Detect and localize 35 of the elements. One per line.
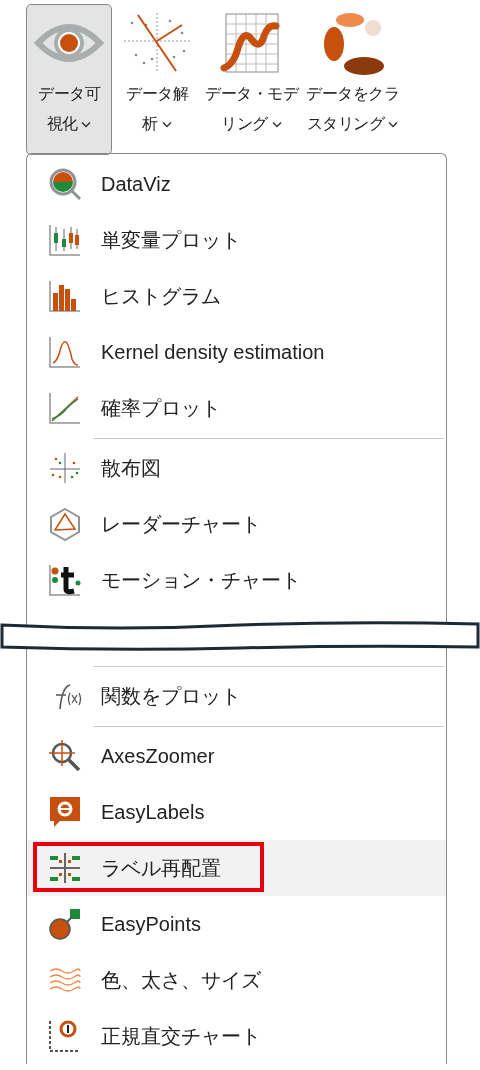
ribbon-button[interactable]: データ解 析: [114, 4, 200, 155]
label-layout-icon: [48, 851, 82, 885]
menu-item[interactable]: AxesZoomer: [27, 728, 446, 784]
ribbon-button[interactable]: データ可 視化: [26, 4, 112, 155]
motion-chart-icon: [48, 563, 82, 597]
ribbon-button[interactable]: データ・モデ リング: [202, 4, 301, 155]
radar-chart-icon: [48, 507, 82, 541]
ribbon-button[interactable]: データをクラ スタリング: [303, 4, 402, 155]
density-curve-icon: [48, 335, 82, 369]
scatter-icon: [48, 451, 82, 485]
menu-item[interactable]: 関数をプロット: [27, 668, 446, 724]
caret-icon: [388, 121, 399, 129]
menu-item[interactable]: ヒストグラム: [27, 268, 446, 324]
menu-item[interactable]: EasyLabels: [27, 784, 446, 840]
crosshair-zoom-icon: [48, 739, 82, 773]
menu-item[interactable]: 単変量プロット: [27, 212, 446, 268]
caret-icon: [271, 121, 282, 129]
menu-item[interactable]: 色、太さ、サイズ: [27, 952, 446, 1008]
box-plot-icon: [48, 223, 82, 257]
probability-plot-icon: [48, 391, 82, 425]
menu-item[interactable]: モーション・チャート: [27, 552, 446, 608]
menu-item[interactable]: Kernel density estimation: [27, 324, 446, 380]
menu-item[interactable]: ラベル再配置: [27, 840, 446, 896]
menu-item[interactable]: 正規直交チャート: [27, 1008, 446, 1064]
speech-bubble-icon: [48, 795, 82, 829]
caret-icon: [81, 121, 92, 129]
menu-item[interactable]: EasyPoints: [27, 896, 446, 952]
histogram-icon: [48, 279, 82, 313]
menu-item[interactable]: レーダーチャート: [27, 496, 446, 552]
magnifier-icon: [48, 167, 82, 201]
menu-item[interactable]: 確率プロット: [27, 380, 446, 436]
circle-square-icon: [48, 907, 82, 941]
caret-icon: [161, 121, 172, 129]
menu-item[interactable]: 散布図: [27, 440, 446, 496]
menu-item[interactable]: DataViz: [27, 156, 446, 212]
